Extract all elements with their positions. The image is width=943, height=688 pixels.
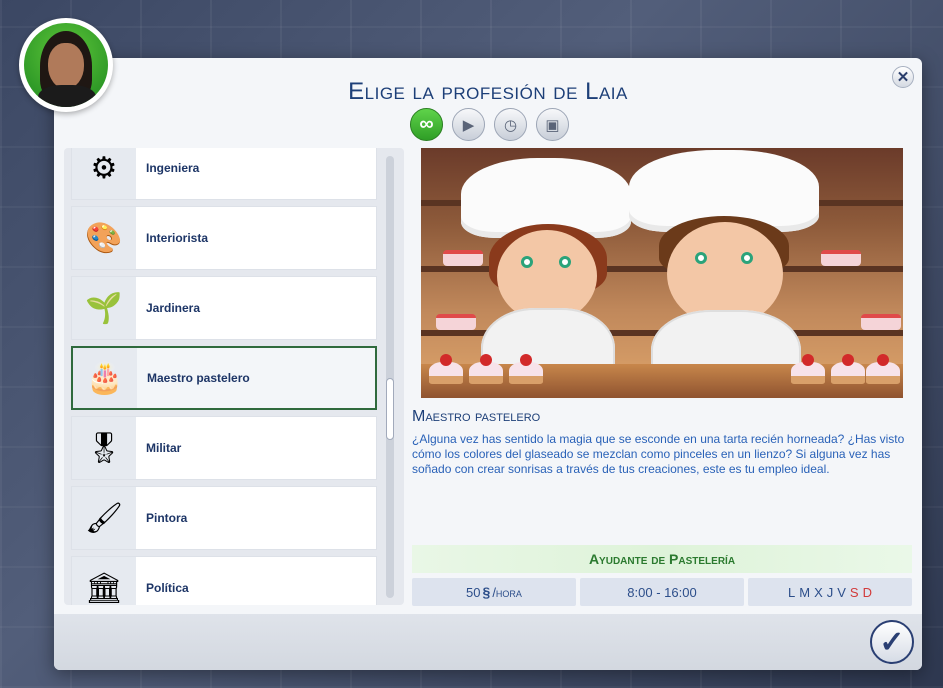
career-title: Maestro pastelero [412,408,541,425]
work-days: LMXJVSD [748,578,912,606]
career-item[interactable]: 🏛 Política [71,556,377,605]
career-item-label: Pintora [146,511,188,525]
work-day: V [837,584,846,600]
paintbrush-icon: 🖌 [72,487,136,549]
career-item[interactable]: 🎨 Interiorista [71,206,377,270]
briefcase-play-icon: ▶ [462,116,475,134]
career-description: ¿Alguna vez has sentido la magia que se … [412,432,905,476]
career-level-title: Ayudante de Pastelería [412,545,912,573]
podium-icon: 🏛 [72,557,136,605]
career-item-label: Jardinera [146,301,201,315]
scrollbar-thumb[interactable] [386,378,394,440]
work-day: L [788,584,796,600]
cake-icon: 🎂 [73,348,137,408]
gears-icon: ⚙ [72,148,136,199]
close-button[interactable]: ✕ [892,66,914,88]
work-day: M [799,584,811,600]
work-day: X [814,584,823,600]
dialog-footer: ✓ [54,614,922,670]
pay-rate: 50 § /hora [412,578,576,606]
career-item[interactable]: 🎖 Militar [71,416,377,480]
career-item[interactable]: 🖌 Pintora [71,486,377,550]
dialog-title: Elige la profesión de Laia [348,78,628,105]
work-day: D [862,584,872,600]
career-illustration [421,148,903,398]
career-type-tabs: ∞ ▶ ◷ ▣ [410,108,569,141]
sim-avatar [19,18,113,112]
career-item-label: Militar [146,441,182,455]
work-hours: 8:00 - 16:00 [580,578,744,606]
infinity-icon: ∞ [419,113,434,135]
career-item[interactable]: ⚙ Ingeniera [71,148,377,200]
briefcase-clock-icon: ◷ [503,116,518,134]
career-info-row: 50 § /hora 8:00 - 16:00 LMXJVSD [412,578,912,606]
career-item-label: Política [146,581,189,595]
pay-amount: 50 [466,584,481,600]
chevron-rank-icon: 🎖 [72,417,136,479]
career-dialog: Elige la profesión de Laia ✕ ∞ ▶ ◷ ▣ ⚙ Ingen… [54,58,922,670]
career-list: ⚙ Ingeniera 🎨 Interiorista 🌱 Jardinera 🎂 Maestr… [64,148,404,605]
career-item-label: Maestro pastelero [147,371,250,385]
work-day: J [826,584,834,600]
color-swatches-icon: 🎨 [72,207,136,269]
tab-all-careers[interactable]: ∞ [410,108,443,141]
tab-part-time[interactable]: ◷ [494,108,527,141]
career-item-label: Interiorista [146,231,209,245]
simoleon-icon: § [482,584,491,600]
career-item[interactable]: 🌱 Jardinera [71,276,377,340]
pay-unit: /hora [492,584,522,600]
tab-freelance[interactable]: ▣ [536,108,569,141]
career-item-label: Ingeniera [146,161,200,175]
tab-active-career[interactable]: ▶ [452,108,485,141]
work-day: S [849,584,859,600]
career-item[interactable]: 🎂 Maestro pastelero [71,346,377,410]
scrollbar-track[interactable] [386,156,394,598]
briefcase-icon: ▣ [545,116,560,134]
confirm-button[interactable]: ✓ [870,620,914,664]
plant-hands-icon: 🌱 [72,277,136,339]
